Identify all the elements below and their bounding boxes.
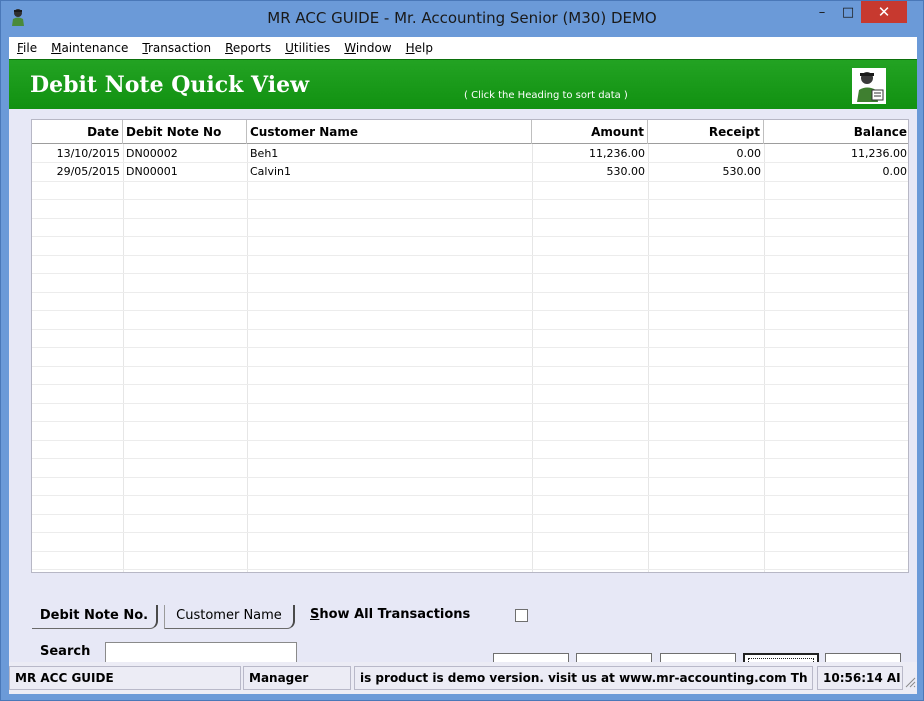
grid-row-line <box>32 440 908 441</box>
menu-utilities-label: tilities <box>293 41 331 55</box>
grid-row-line <box>32 199 908 200</box>
menu-utilities[interactable]: Utilities <box>279 41 338 55</box>
grid-row-line <box>32 329 908 330</box>
menu-help-accel: H <box>405 41 415 55</box>
column-header-debit-note-no[interactable]: Debit Note No <box>123 120 247 144</box>
grid-column-line <box>532 144 533 572</box>
client-area: File Maintenance Transaction Reports Uti… <box>9 37 917 694</box>
status-bar: MR ACC GUIDE Manager is product is demo … <box>9 662 917 694</box>
close-icon[interactable]: ✕ <box>861 1 907 23</box>
grid-column-line <box>123 144 124 572</box>
grid-row-line <box>32 532 908 533</box>
sort-hint: ( Click the Heading to sort data ) <box>464 90 628 101</box>
grid-row-line <box>32 292 908 293</box>
grid-column-line <box>247 144 248 572</box>
menu-file[interactable]: File <box>11 41 45 55</box>
grid-row-line <box>32 551 908 552</box>
status-time: 10:56:14 AI <box>817 666 903 690</box>
status-message: is product is demo version. visit us at … <box>354 666 813 690</box>
grid-row-line <box>32 347 908 348</box>
tab-debit-note-no[interactable]: Debit Note No. <box>32 605 158 629</box>
minimize-icon[interactable]: – <box>809 1 835 23</box>
menu-window-label: indow <box>355 41 392 55</box>
menu-utilities-accel: U <box>285 41 294 55</box>
cell-balance: 0.00 <box>882 165 908 178</box>
grid-header: Date Debit Note No Customer Name Amount … <box>32 120 908 144</box>
grid-column-line <box>764 144 765 572</box>
column-header-receipt[interactable]: Receipt <box>648 120 764 144</box>
status-company: MR ACC GUIDE <box>9 666 241 690</box>
column-header-customer-name[interactable]: Customer Name <box>247 120 532 144</box>
grid-column-line <box>648 144 649 572</box>
grid-row-line <box>32 218 908 219</box>
grid-row-line <box>32 384 908 385</box>
grid-row-line <box>32 421 908 422</box>
menu-reports-label: eports <box>232 41 272 55</box>
show-all-transactions-checkbox[interactable] <box>515 609 528 622</box>
grid-row-line <box>32 495 908 496</box>
grid-row-line <box>32 477 908 478</box>
quick-view-panel: Date Debit Note No Customer Name Amount … <box>9 109 917 691</box>
column-header-balance[interactable]: Balance <box>764 120 908 144</box>
cell-customer-name: Calvin1 <box>250 165 292 178</box>
grid-row-line <box>32 255 908 256</box>
cell-date: 13/10/2015 <box>56 147 120 160</box>
menu-window[interactable]: Window <box>338 41 399 55</box>
menu-file-label: ile <box>23 41 38 55</box>
show-all-accel: S <box>310 607 320 622</box>
grid-row-line <box>32 458 908 459</box>
resize-grip-icon[interactable] <box>904 676 916 688</box>
page-title: Debit Note Quick View <box>30 72 310 98</box>
menu-help[interactable]: Help <box>400 41 441 55</box>
cell-customer-name: Beh1 <box>250 147 279 160</box>
cell-balance: 11,236.00 <box>851 147 907 160</box>
grid-row-line <box>32 366 908 367</box>
menu-reports-accel: R <box>225 41 233 55</box>
cell-receipt: 530.00 <box>722 165 762 178</box>
grid-row-line <box>32 514 908 515</box>
title-bar[interactable]: MR ACC GUIDE - Mr. Accounting Senior (M3… <box>1 1 923 37</box>
status-user: Manager <box>243 666 351 690</box>
cell-debit-note-no: DN00002 <box>126 147 178 160</box>
cell-receipt: 0.00 <box>736 147 762 160</box>
cell-amount: 11,236.00 <box>589 147 645 160</box>
show-all-transactions-label[interactable]: Show All Transactions <box>310 607 470 622</box>
accountant-icon <box>852 68 886 104</box>
cell-debit-note-no: DN00001 <box>126 165 178 178</box>
cell-amount: 530.00 <box>606 165 646 178</box>
show-all-text: how All Transactions <box>319 607 471 622</box>
column-header-date[interactable]: Date <box>32 120 123 144</box>
menu-reports[interactable]: Reports <box>219 41 279 55</box>
cell-date: 29/05/2015 <box>56 165 120 178</box>
maximize-icon[interactable]: □ <box>835 1 861 23</box>
menu-transaction-label: ransaction <box>147 41 212 55</box>
grid-row-line <box>32 310 908 311</box>
header-banner: Debit Note Quick View ( Click the Headin… <box>9 59 917 109</box>
menu-transaction[interactable]: Transaction <box>136 41 219 55</box>
window-title: MR ACC GUIDE - Mr. Accounting Senior (M3… <box>267 9 657 27</box>
grid-row-line <box>32 273 908 274</box>
app-window: MR ACC GUIDE - Mr. Accounting Senior (M3… <box>0 0 924 701</box>
grid-row-line <box>32 181 908 182</box>
grid-row-line <box>32 236 908 237</box>
column-header-amount[interactable]: Amount <box>532 120 648 144</box>
grid-row-line <box>32 569 908 570</box>
menu-help-label: elp <box>414 41 433 55</box>
grid-row-line <box>32 403 908 404</box>
menu-maintenance-label: aintenance <box>61 41 129 55</box>
search-label: Search <box>40 644 91 659</box>
menu-window-accel: W <box>344 41 356 55</box>
menu-maintenance-accel: M <box>51 41 62 55</box>
tab-customer-name[interactable]: Customer Name <box>164 605 295 629</box>
debit-note-grid[interactable]: Date Debit Note No Customer Name Amount … <box>31 119 909 573</box>
menu-bar: File Maintenance Transaction Reports Uti… <box>9 37 917 59</box>
menu-maintenance[interactable]: Maintenance <box>45 41 136 55</box>
